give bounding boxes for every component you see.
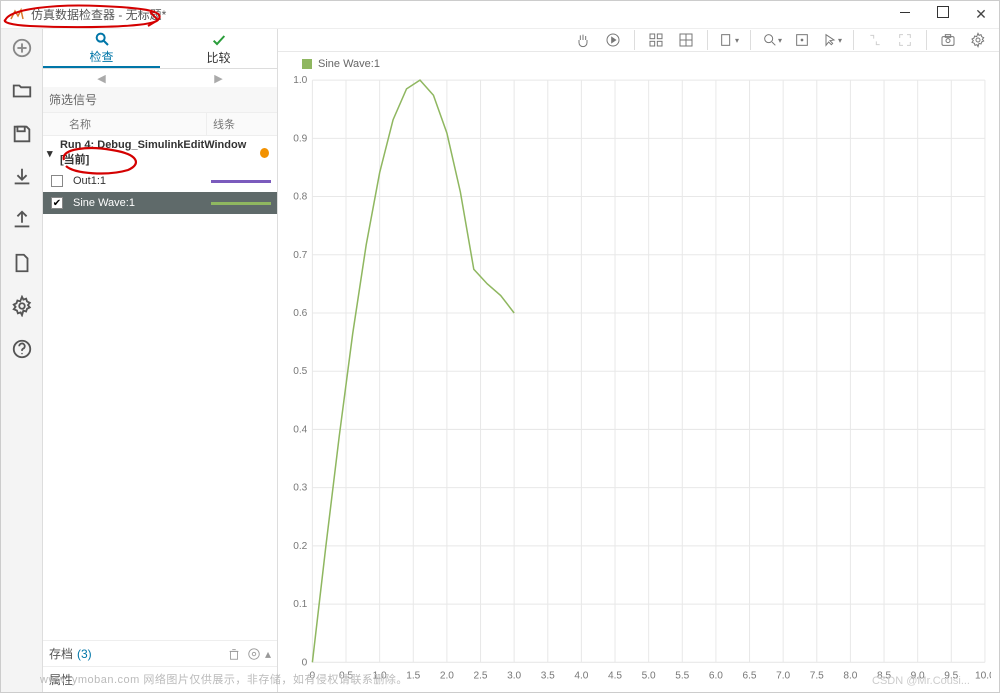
help-button[interactable] — [11, 338, 33, 363]
window-close-button[interactable]: ✕ — [971, 6, 991, 23]
chart-plot[interactable]: 0 0.5 1.0 1.5 2.0 2.5 3.0 3.5 4.0 4.5 5.0 5.5 6.0 6.5… — [282, 74, 991, 685]
column-name-header[interactable]: 名称 — [43, 113, 207, 135]
save-button[interactable] — [11, 123, 33, 148]
inspector-panel: 检查 比较 ◀ ▶ 筛选信号 名称 线条 ▾ Run 4: Debug_Simu… — [43, 29, 278, 692]
signal-name: Out1:1 — [69, 175, 205, 187]
snapshot-button[interactable] — [937, 29, 959, 51]
svg-text:1.0: 1.0 — [293, 75, 307, 86]
signal-color-swatch — [211, 180, 271, 183]
chevron-up-icon[interactable]: ▴ — [265, 647, 271, 661]
svg-text:1.5: 1.5 — [406, 671, 420, 682]
toolbar-settings-button[interactable] — [967, 29, 989, 51]
svg-text:0.8: 0.8 — [293, 192, 307, 203]
run-status-dot — [260, 148, 269, 158]
zoom-button[interactable]: ▾ — [761, 29, 783, 51]
tab-compare[interactable]: 比较 — [160, 29, 277, 68]
svg-text:5.0: 5.0 — [642, 671, 656, 682]
svg-text:10.0: 10.0 — [975, 671, 991, 682]
archive-row[interactable]: 存档 (3) ▴ — [43, 640, 277, 666]
pan-tool-button[interactable] — [572, 29, 594, 51]
fit-to-view-button[interactable] — [791, 29, 813, 51]
svg-text:0.3: 0.3 — [293, 483, 307, 494]
new-file-button[interactable] — [11, 252, 33, 277]
nav-forward-button[interactable]: ▶ — [214, 72, 222, 85]
run-label: Run 4: Debug_SimulinkEditWindow [当前] — [60, 139, 256, 167]
tab-inspect[interactable]: 检查 — [43, 29, 160, 68]
signal-row-sinewave[interactable]: ✔ Sine Wave:1 — [43, 192, 277, 214]
svg-text:6.0: 6.0 — [709, 671, 723, 682]
svg-text:7.0: 7.0 — [776, 671, 790, 682]
archive-count: (3) — [77, 647, 92, 661]
svg-text:0.1: 0.1 — [293, 599, 307, 610]
svg-text:0.9: 0.9 — [293, 133, 307, 144]
play-step-button[interactable] — [602, 29, 624, 51]
signal-checkbox[interactable] — [51, 175, 63, 187]
svg-text:0.7: 0.7 — [293, 250, 307, 261]
svg-text:0: 0 — [302, 657, 308, 668]
svg-text:0.4: 0.4 — [293, 424, 307, 435]
svg-text:5.5: 5.5 — [675, 671, 689, 682]
layout-split-button[interactable] — [675, 29, 697, 51]
svg-text:0.6: 0.6 — [293, 308, 307, 319]
chart-toolbar: ▾ ▾ ▾ — [278, 29, 999, 52]
layout-grid-button[interactable] — [645, 29, 667, 51]
export-button[interactable] — [11, 209, 33, 234]
chart-legend: Sine Wave:1 — [278, 52, 999, 72]
caret-down-icon[interactable]: ▾ — [47, 147, 56, 160]
trash-icon[interactable] — [227, 647, 241, 661]
signal-checkbox[interactable]: ✔ — [51, 197, 63, 209]
nav-back-button[interactable]: ◀ — [97, 72, 105, 85]
window-minimize-button[interactable] — [895, 6, 915, 23]
signal-color-swatch — [211, 202, 271, 205]
matlab-app-icon — [9, 7, 25, 23]
svg-text:6.5: 6.5 — [742, 671, 756, 682]
signal-row-out1[interactable]: Out1:1 — [43, 170, 277, 192]
chart-area: ▾ ▾ ▾ Sine Wave:1 0 0.5 1.0 1.5 2.0 2.5 3.0 3.5… — [278, 29, 999, 692]
signal-name: Sine Wave:1 — [69, 197, 205, 209]
titlebar: 仿真数据检查器 - 无标题* ✕ — [1, 1, 999, 29]
left-rail — [1, 29, 43, 692]
gear-icon[interactable] — [247, 647, 261, 661]
column-line-header[interactable]: 线条 — [207, 113, 277, 135]
settings-button[interactable] — [11, 295, 33, 320]
window-maximize-button[interactable] — [933, 6, 953, 23]
svg-text:7.5: 7.5 — [810, 671, 824, 682]
signal-tree: ▾ Run 4: Debug_SimulinkEditWindow [当前] O… — [43, 136, 277, 640]
legend-label: Sine Wave:1 — [318, 58, 380, 70]
open-folder-button[interactable] — [11, 80, 33, 105]
svg-text:4.0: 4.0 — [574, 671, 588, 682]
svg-text:0.5: 0.5 — [293, 366, 307, 377]
filter-signals-input[interactable]: 筛选信号 — [43, 87, 277, 113]
import-button[interactable] — [11, 166, 33, 191]
tab-inspect-label: 检查 — [89, 48, 113, 65]
svg-text:2.5: 2.5 — [473, 671, 487, 682]
axes-settings-button[interactable]: ▾ — [718, 29, 740, 51]
legend-swatch — [302, 59, 312, 69]
svg-text:3.0: 3.0 — [507, 671, 521, 682]
svg-text:2.0: 2.0 — [440, 671, 454, 682]
run-row[interactable]: ▾ Run 4: Debug_SimulinkEditWindow [当前] — [43, 136, 277, 170]
svg-text:0.2: 0.2 — [293, 541, 307, 552]
archive-label: 存档 — [49, 645, 73, 662]
svg-text:4.5: 4.5 — [608, 671, 622, 682]
tab-compare-label: 比较 — [206, 49, 230, 66]
window-title: 仿真数据检查器 - 无标题* — [31, 6, 895, 23]
cursor-tool-button[interactable]: ▾ — [821, 29, 843, 51]
link-axes-button[interactable] — [864, 29, 886, 51]
watermark-author: CSDN @Mr.Cousi... — [872, 675, 970, 687]
column-headers: 名称 线条 — [43, 113, 277, 136]
svg-text:8.0: 8.0 — [843, 671, 857, 682]
svg-text:3.5: 3.5 — [541, 671, 555, 682]
fullscreen-button[interactable] — [894, 29, 916, 51]
watermark-text: www. ymoban.com 网络图片仅供展示，非存储，如有侵权请联系删除。 — [40, 671, 408, 687]
add-run-button[interactable] — [11, 37, 33, 62]
